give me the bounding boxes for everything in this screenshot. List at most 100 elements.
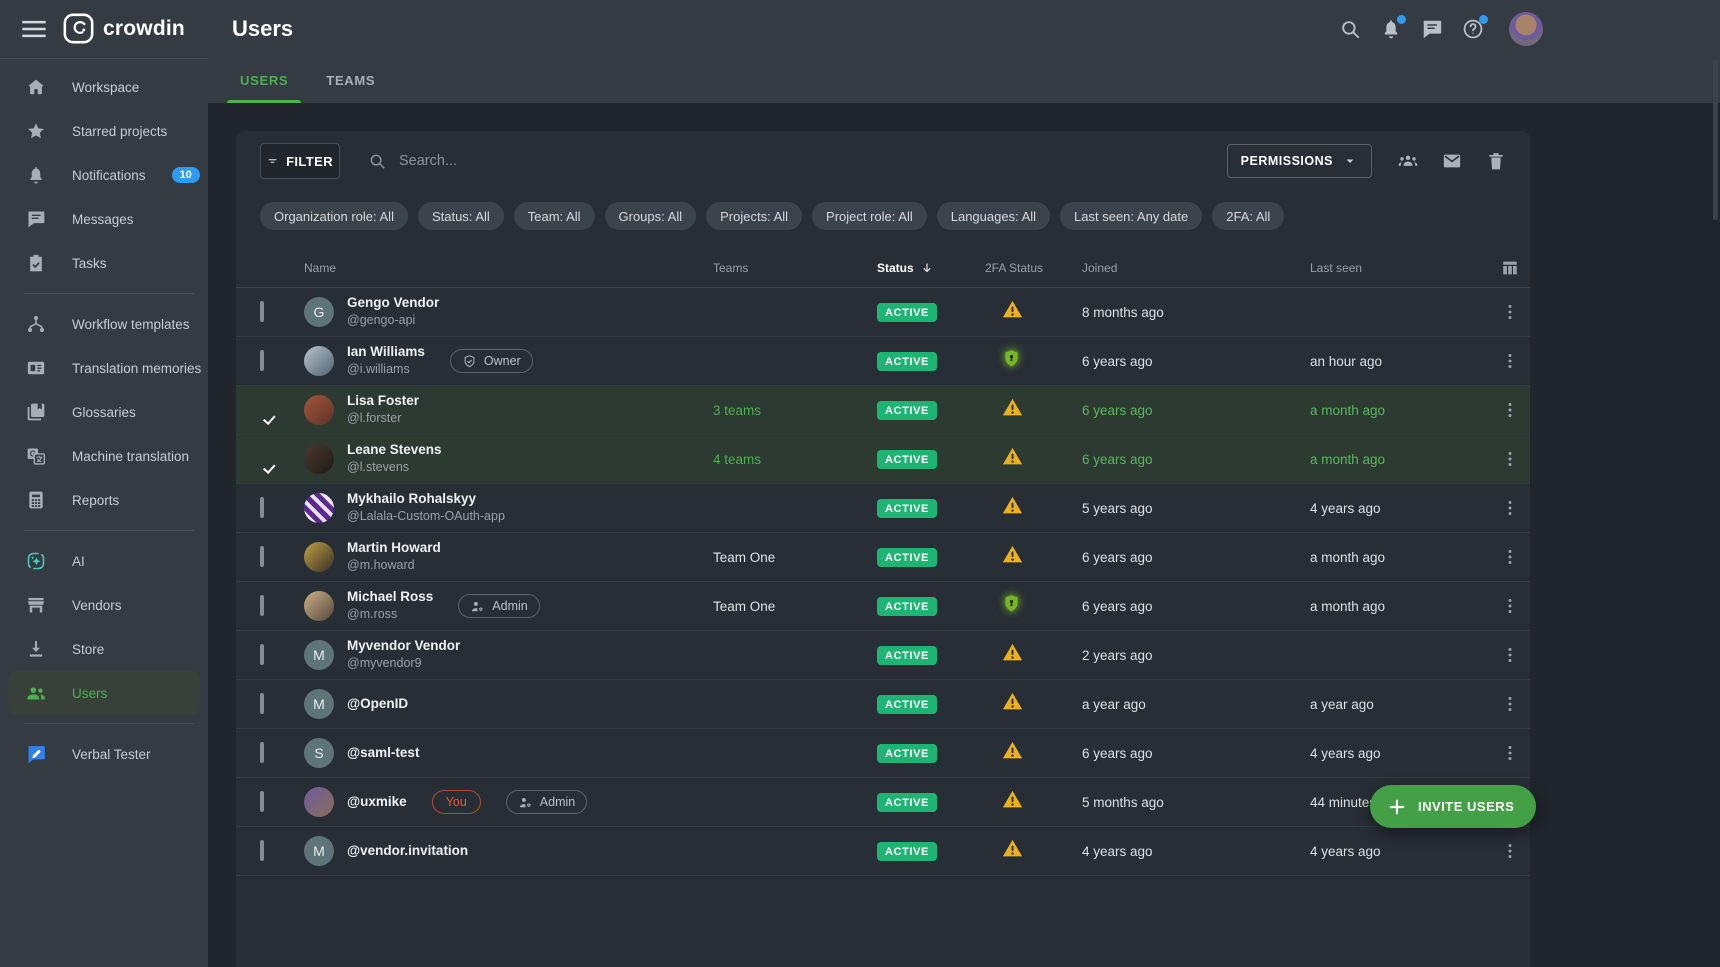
user-name[interactable]: @OpenID xyxy=(347,696,408,713)
column-header-joined[interactable]: Joined xyxy=(1082,261,1310,275)
table-row[interactable]: @uxmikeYouAdminACTIVE5 months ago44 minu… xyxy=(236,778,1530,827)
help-icon[interactable] xyxy=(1462,18,1484,40)
search-icon[interactable] xyxy=(1339,18,1361,40)
user-name[interactable]: @vendor.invitation xyxy=(347,843,468,860)
twofa-warning-icon xyxy=(1001,691,1024,712)
filter-chip-languages[interactable]: Languages: All xyxy=(937,202,1050,230)
user-name[interactable]: Martin Howard xyxy=(347,540,441,557)
invite-users-button[interactable]: INVITE USERS xyxy=(1370,785,1536,828)
table-row[interactable]: MMyvendor Vendor@myvendor9ACTIVE2 years … xyxy=(236,631,1530,680)
row-menu-button[interactable] xyxy=(1500,694,1520,714)
filter-chip-last-seen[interactable]: Last seen: Any date xyxy=(1060,202,1202,230)
sidebar-item-workflow-templates[interactable]: Workflow templates xyxy=(8,302,200,346)
column-header-name[interactable]: Name xyxy=(304,261,705,275)
filter-button[interactable]: FILTER xyxy=(260,143,340,179)
table-row[interactable]: M@vendor.invitationACTIVE4 years ago4 ye… xyxy=(236,827,1530,876)
table-row[interactable]: S@saml-testACTIVE6 years ago4 years ago xyxy=(236,729,1530,778)
table-row[interactable]: Leane Stevens@l.stevens4 teamsACTIVE6 ye… xyxy=(236,435,1530,484)
column-header-last-seen[interactable]: Last seen xyxy=(1310,261,1490,275)
user-name[interactable]: Michael Ross xyxy=(347,589,433,606)
row-checkbox[interactable] xyxy=(260,350,264,371)
user-name[interactable]: Lisa Foster xyxy=(347,393,419,410)
row-menu-button[interactable] xyxy=(1500,743,1520,763)
table-row[interactable]: Mykhailo Rohalskyy@Lalala-Custom-OAuth-a… xyxy=(236,484,1530,533)
row-menu-button[interactable] xyxy=(1500,400,1520,420)
sidebar-item-tasks[interactable]: Tasks xyxy=(8,241,200,285)
sidebar-item-users[interactable]: Users xyxy=(8,671,200,715)
table-row[interactable]: Michael Ross@m.rossAdminTeam OneACTIVE6 … xyxy=(236,582,1530,631)
row-checkbox[interactable] xyxy=(260,301,264,322)
sidebar-item-store[interactable]: Store xyxy=(8,627,200,671)
row-checkbox[interactable] xyxy=(260,693,264,714)
table-columns-button[interactable] xyxy=(1501,259,1519,277)
twofa-enabled-icon xyxy=(1001,592,1022,615)
row-menu-button[interactable] xyxy=(1500,645,1520,665)
filter-chip-status[interactable]: Status: All xyxy=(418,202,504,230)
sidebar-item-vendors[interactable]: Vendors xyxy=(8,583,200,627)
column-header-status[interactable]: Status xyxy=(877,261,985,275)
row-menu-button[interactable] xyxy=(1500,351,1520,371)
send-message-icon[interactable] xyxy=(1442,151,1462,171)
crowdin-logo[interactable]: crowdin xyxy=(63,13,185,44)
user-name[interactable]: Gengo Vendor xyxy=(347,295,439,312)
status-badge: ACTIVE xyxy=(877,842,937,861)
row-menu-button[interactable] xyxy=(1500,498,1520,518)
row-checkbox[interactable] xyxy=(260,546,264,567)
filter-chip-groups[interactable]: Groups: All xyxy=(605,202,697,230)
user-handle: @m.ross xyxy=(347,607,433,623)
sidebar-item-notifications[interactable]: Notifications10 xyxy=(8,153,200,197)
sidebar-item-glossaries[interactable]: Glossaries xyxy=(8,390,200,434)
user-handle: @Lalala-Custom-OAuth-app xyxy=(347,509,505,525)
row-menu-button[interactable] xyxy=(1500,302,1520,322)
filter-chip-projects[interactable]: Projects: All xyxy=(706,202,802,230)
table-row[interactable]: Martin Howard@m.howardTeam OneACTIVE6 ye… xyxy=(236,533,1530,582)
tab-teams[interactable]: TEAMS xyxy=(322,58,379,103)
user-name[interactable]: @saml-test xyxy=(347,745,419,762)
notifications-icon[interactable] xyxy=(1380,18,1402,40)
sidebar-item-translation-memories[interactable]: Translation memories xyxy=(8,346,200,390)
column-header-2fa-status[interactable]: 2FA Status xyxy=(985,261,1082,275)
filter-chip-2fa[interactable]: 2FA: All xyxy=(1212,202,1284,230)
add-to-team-icon[interactable] xyxy=(1398,151,1418,171)
teams-link[interactable]: 4 teams xyxy=(713,452,761,467)
column-header-teams[interactable]: Teams xyxy=(705,261,877,275)
sidebar-item-messages[interactable]: Messages xyxy=(8,197,200,241)
search-input[interactable] xyxy=(397,152,817,170)
menu-icon[interactable] xyxy=(22,20,46,38)
permissions-button[interactable]: PERMISSIONS xyxy=(1227,144,1372,178)
row-checkbox[interactable] xyxy=(260,791,264,812)
teams-link[interactable]: 3 teams xyxy=(713,403,761,418)
scrollbar[interactable] xyxy=(1713,60,1718,220)
sidebar-item-workspace[interactable]: Workspace xyxy=(8,65,200,109)
table-row[interactable]: GGengo Vendor@gengo-apiACTIVE8 months ag… xyxy=(236,288,1530,337)
table-row[interactable]: Lisa Foster@l.forster3 teamsACTIVE6 year… xyxy=(236,386,1530,435)
sidebar-item-starred-projects[interactable]: Starred projects xyxy=(8,109,200,153)
row-menu-button[interactable] xyxy=(1500,596,1520,616)
delete-icon[interactable] xyxy=(1486,151,1506,171)
row-menu-button[interactable] xyxy=(1500,841,1520,861)
row-menu-button[interactable] xyxy=(1500,449,1520,469)
row-checkbox[interactable] xyxy=(260,644,264,665)
tab-users[interactable]: USERS xyxy=(236,58,292,103)
row-menu-button[interactable] xyxy=(1500,547,1520,567)
user-name[interactable]: Myvendor Vendor xyxy=(347,638,460,655)
filter-chip-team[interactable]: Team: All xyxy=(514,202,595,230)
user-name[interactable]: Ian Williams xyxy=(347,344,425,361)
table-row[interactable]: Ian Williams@i.williamsOwnerACTIVE6 year… xyxy=(236,337,1530,386)
user-name[interactable]: Mykhailo Rohalskyy xyxy=(347,491,505,508)
sidebar-item-reports[interactable]: Reports xyxy=(8,478,200,522)
sidebar-item-ai[interactable]: AI xyxy=(8,539,200,583)
table-row[interactable]: M@OpenIDACTIVEa year agoa year ago xyxy=(236,680,1530,729)
sidebar-item-verbal-tester[interactable]: Verbal Tester xyxy=(8,732,200,776)
filter-chip-organization-role[interactable]: Organization role: All xyxy=(260,202,408,230)
messages-icon[interactable] xyxy=(1421,18,1443,40)
row-checkbox[interactable] xyxy=(260,595,264,616)
row-checkbox[interactable] xyxy=(260,497,264,518)
row-checkbox[interactable] xyxy=(260,742,264,763)
sidebar-item-machine-translation[interactable]: GMachine translation xyxy=(8,434,200,478)
filter-chip-project-role[interactable]: Project role: All xyxy=(812,202,927,230)
user-name[interactable]: @uxmike xyxy=(347,794,407,811)
user-name[interactable]: Leane Stevens xyxy=(347,442,442,459)
user-avatar[interactable] xyxy=(1509,12,1543,46)
row-checkbox[interactable] xyxy=(260,840,264,861)
